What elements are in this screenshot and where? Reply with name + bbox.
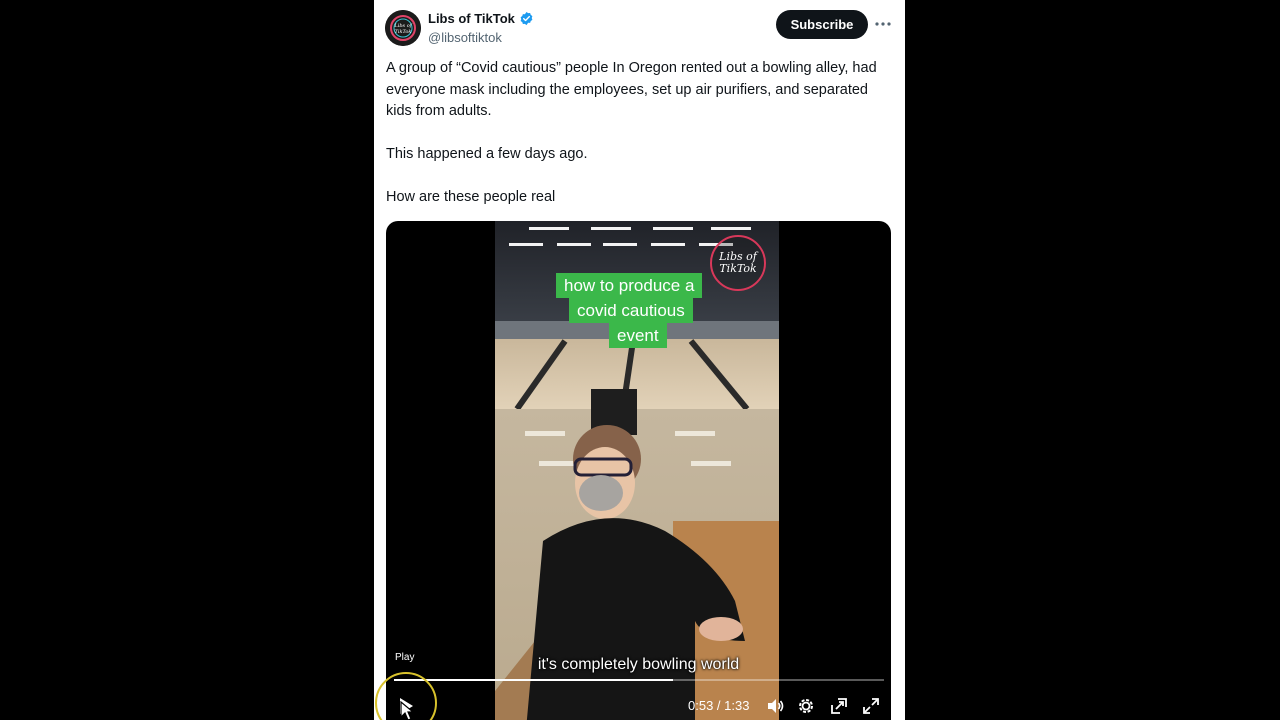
video-progress-fill [394,679,674,681]
tiktok-watermark-logo: Libs of TikTok [710,235,766,291]
picture-in-picture-icon[interactable] [829,696,849,716]
time-current: 0:53 [688,698,714,713]
watermark-line: TikTok [719,262,757,275]
screen: Libs of TikTok Libs of TikTok @libsoftik… [0,0,1280,720]
video-time-readout: 0:53 / 1:33 [688,698,749,713]
author-handle[interactable]: @libsoftiktok [428,30,502,45]
tweet-card: Libs of TikTok Libs of TikTok @libsoftik… [374,0,905,720]
tweet-paragraph: A group of “Covid cautious” people In Or… [386,60,877,119]
fullscreen-icon[interactable] [861,696,881,716]
settings-icon[interactable] [796,696,816,716]
video-caption-line: covid cautious [569,298,693,323]
video-subtitle: it's completely bowling world [537,656,740,673]
tweet-text: A group of “Covid cautious” people In Or… [386,58,896,209]
play-tooltip: Play [395,652,415,663]
more-horizontal-icon[interactable] [874,12,892,36]
tweet-paragraph: How are these people real [386,189,556,205]
mouse-pointer-icon [400,700,416,720]
avatar-logo-icon: Libs of TikTok [385,10,421,46]
author-name[interactable]: Libs of TikTok [428,11,515,26]
video-controls: 0:53 / 1:33 [386,691,891,720]
tweet-paragraph: This happened a few days ago. [386,146,588,162]
time-separator: / [713,698,725,713]
svg-text:TikTok: TikTok [395,29,412,35]
verified-badge-icon[interactable] [519,11,534,26]
video-player[interactable]: how to produce a covid cautious event Li… [386,221,891,720]
author-avatar[interactable]: Libs of TikTok [385,10,421,46]
author-name-row[interactable]: Libs of TikTok [428,11,534,26]
video-frame[interactable]: how to produce a covid cautious event Li… [495,221,779,720]
time-total: 1:33 [724,698,750,713]
subscribe-button[interactable]: Subscribe [776,10,868,39]
video-caption-line: event [609,323,667,348]
volume-icon[interactable] [765,696,785,716]
video-caption-line: how to produce a [556,273,703,298]
video-progress-bar[interactable] [394,679,884,681]
